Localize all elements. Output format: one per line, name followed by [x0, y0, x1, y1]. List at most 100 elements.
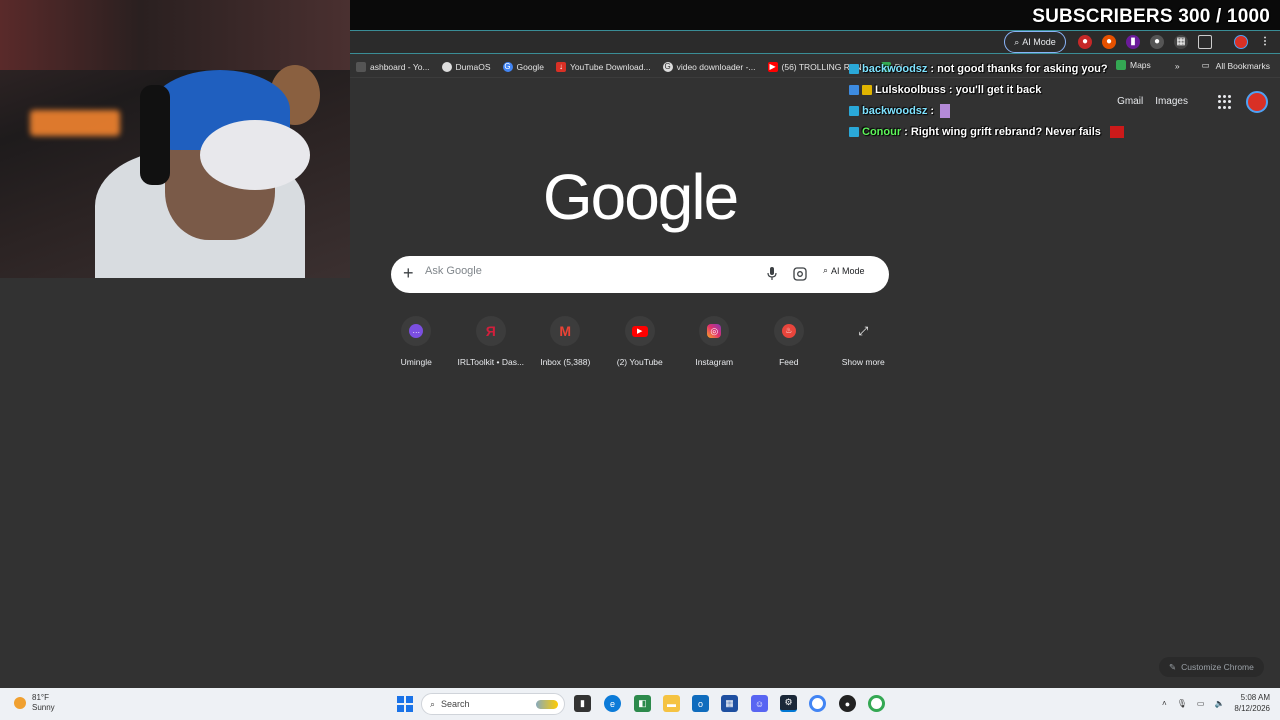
shortcut-label: Show more — [841, 357, 885, 367]
chrome-profile-icon[interactable] — [868, 695, 885, 712]
instagram-icon: ◎ — [699, 316, 730, 346]
bookmark-label: Maps — [1130, 60, 1151, 70]
ai-mode-button[interactable]: ⌕ AI Mode — [823, 265, 865, 276]
clock-time: 5:08 AM — [1240, 693, 1270, 702]
chat-badge-icon — [849, 84, 859, 95]
shortcut-label: Umingle — [400, 357, 432, 367]
shortcut-umingle[interactable]: … Umingle — [379, 316, 454, 367]
search-highlight-icon — [536, 699, 558, 709]
calculator-icon[interactable]: ▦ — [721, 695, 738, 712]
chevron-up-icon[interactable]: ˄ — [1162, 699, 1167, 708]
microphone-icon[interactable] — [767, 267, 777, 281]
chat-message: backwoodsz: not good thanks for asking y… — [849, 58, 1124, 79]
search-box[interactable]: + ⌕ AI Mode — [391, 256, 889, 293]
neon-sign — [30, 110, 120, 136]
speaker-icon[interactable]: 🔈 — [1214, 699, 1224, 708]
omnibox-ai-mode-button[interactable]: ⌕ AI Mode — [1004, 31, 1066, 53]
emote-icon — [1109, 125, 1124, 138]
shortcut-label: (2) YouTube — [616, 357, 663, 367]
shortcut-label: Inbox (5,388) — [540, 357, 591, 367]
umingle-icon: … — [401, 316, 432, 346]
google-icon: G — [502, 61, 513, 72]
youtube-icon: ▶ — [767, 61, 778, 72]
google-logo: Google — [542, 161, 739, 233]
chat-message: Conour: Right wing grift rebrand? Never … — [849, 121, 1124, 142]
clock-date: 8/12/2026 — [1234, 704, 1270, 713]
google-lens-icon[interactable] — [793, 267, 807, 281]
irltoolkit-icon: Я — [475, 316, 506, 346]
widgets-icon[interactable]: ◧ — [634, 695, 651, 712]
chat-text: : not good thanks for asking you? — [930, 62, 1108, 75]
shortcut-feed[interactable]: ♨ Feed — [752, 316, 827, 367]
extension-gray-icon[interactable]: ● — [1150, 35, 1164, 49]
chat-username: backwoodsz — [862, 62, 928, 75]
download-icon: ↓ — [555, 61, 566, 72]
extension-twitch-icon[interactable]: ▮ — [1126, 35, 1140, 49]
shortcut-irltoolkit[interactable]: Я IRLToolkit • Das... — [454, 316, 529, 367]
bookmark-item[interactable]: G Google — [497, 61, 550, 72]
google-header-links: Gmail Images — [1117, 96, 1188, 107]
weather-widget[interactable]: 81°F Sunny — [14, 693, 55, 713]
system-tray: ˄ 🎙 ▭ 🔈 5:08 AM 8/12/2026 — [1162, 692, 1270, 714]
edge-icon[interactable]: e — [604, 695, 621, 712]
extensions-icon[interactable] — [1198, 35, 1212, 49]
windows-start-icon[interactable] — [397, 696, 413, 712]
bookmark-item[interactable]: DumaOS — [436, 61, 497, 72]
chat-message: Lulskoolbuss: you'll get it back — [849, 79, 1124, 100]
sun-icon — [14, 697, 26, 709]
bookmark-item[interactable]: Gvideo downloader -... — [657, 61, 762, 72]
search-input[interactable] — [425, 265, 755, 277]
shortcut-gmail-inbox[interactable]: M Inbox (5,388) — [528, 316, 603, 367]
steam-icon[interactable]: ⚙ — [780, 695, 797, 712]
shortcut-label: Feed — [779, 357, 799, 367]
customize-chrome-button[interactable]: ✎ Customize Chrome — [1159, 657, 1264, 677]
google-icon: G — [662, 61, 673, 72]
plus-icon[interactable]: + — [403, 263, 414, 284]
feed-icon: ♨ — [773, 316, 804, 346]
extension-puzzle-alt-icon[interactable]: ▦ — [1174, 35, 1188, 49]
clock[interactable]: 5:08 AM 8/12/2026 — [1234, 692, 1270, 714]
shortcut-youtube[interactable]: ▶ (2) YouTube — [603, 316, 678, 367]
address-bar[interactable] — [350, 30, 1280, 54]
shortcut-instagram[interactable]: ◎ Instagram — [677, 316, 752, 367]
customize-label: Customize Chrome — [1181, 662, 1254, 672]
subscriber-goal-overlay: SUBSCRIBERS 300 / 1000 — [1032, 6, 1270, 27]
taskbar-search-label: Search — [441, 699, 470, 709]
obs-icon[interactable]: ● — [839, 695, 856, 712]
google-apps-icon[interactable] — [1218, 95, 1232, 109]
webcam-overlay — [0, 0, 350, 278]
stream-chat-overlay: backwoodsz: not good thanks for asking y… — [849, 58, 1124, 142]
menu-kebab-icon[interactable]: ⋮ — [1258, 35, 1272, 49]
profile-avatar-icon[interactable] — [1234, 35, 1248, 49]
task-view-icon[interactable]: ▮ — [574, 695, 591, 712]
file-explorer-icon[interactable]: ▬ — [663, 695, 680, 712]
bookmark-label: Google — [516, 61, 544, 72]
weather-temp: 81°F — [32, 693, 49, 702]
chrome-icon[interactable] — [809, 695, 826, 712]
folder-icon: ▭ — [1201, 60, 1210, 70]
omnibox-ai-mode-label: AI Mode — [1022, 37, 1056, 47]
all-bookmarks-button[interactable]: All Bookmarks — [1216, 61, 1270, 71]
crown-badge-icon — [862, 84, 872, 95]
images-link[interactable]: Images — [1155, 96, 1188, 107]
gmail-link[interactable]: Gmail — [1117, 96, 1143, 107]
discord-icon[interactable]: ☺ — [751, 695, 768, 712]
extension-fire-icon[interactable]: ● — [1078, 35, 1092, 49]
extension-orange-icon[interactable]: ● — [1102, 35, 1116, 49]
bookmark-label: DumaOS — [455, 61, 491, 72]
emote-icon — [940, 103, 951, 118]
display-icon[interactable]: ▭ — [1197, 699, 1205, 708]
microphone-tray-icon[interactable]: 🎙 — [1177, 699, 1187, 708]
youtube-icon: ▶ — [624, 316, 655, 346]
shortcut-show-more[interactable]: ⤢ Show more — [826, 316, 901, 368]
shortcut-label: Instagram — [695, 357, 734, 367]
pencil-icon: ✎ — [1169, 661, 1177, 672]
account-avatar[interactable] — [1246, 91, 1268, 113]
bookmark-item[interactable]: ↓ YouTube Download... — [550, 61, 657, 72]
taskbar-search[interactable]: ⌕ Search — [421, 693, 565, 715]
chevron-right-double-icon[interactable]: » — [1175, 61, 1180, 71]
bookmark-item[interactable]: ashboard - Yo... — [350, 61, 436, 72]
bookmark-label: YouTube Download... — [569, 61, 651, 72]
outlook-icon[interactable]: o — [692, 695, 709, 712]
chat-badge-icon — [849, 105, 859, 116]
